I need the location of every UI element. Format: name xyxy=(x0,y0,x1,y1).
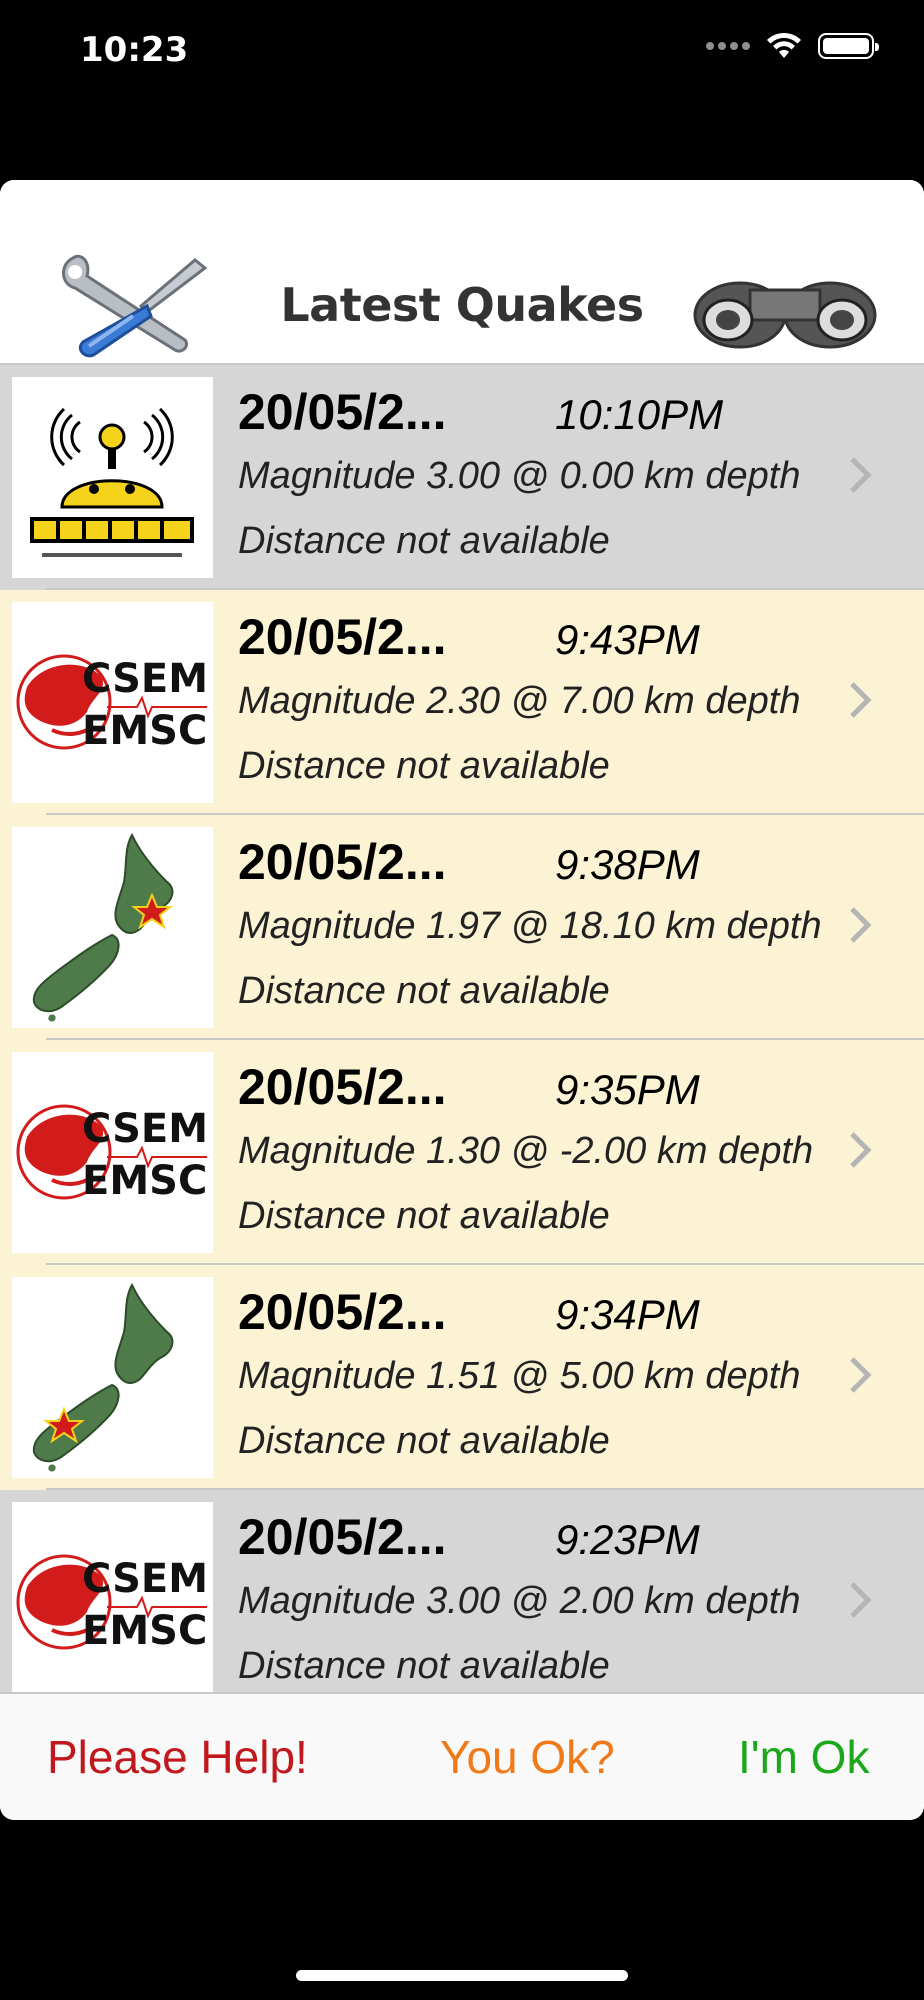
emsc-text: EMSC xyxy=(82,1158,207,1204)
you-ok-button[interactable]: You Ok? xyxy=(440,1730,615,1784)
quake-date: 20/05/2... xyxy=(238,609,447,665)
emsc-text: EMSC xyxy=(82,708,207,754)
quake-row[interactable]: 20/05/2... 10:10PM Magnitude 3.00 @ 0.00… xyxy=(0,365,924,590)
cellular-signal-icon xyxy=(706,42,750,50)
quake-time: 9:43PM xyxy=(555,616,700,663)
quake-time: 10:10PM xyxy=(555,391,724,438)
status-bar: 10:23 xyxy=(0,0,924,100)
im-ok-button[interactable]: I'm Ok xyxy=(738,1730,869,1784)
quake-date: 20/05/2... xyxy=(238,384,447,440)
chevron-right-icon xyxy=(850,1582,872,1618)
quake-magnitude: Magnitude 1.30 @ -2.00 km depth xyxy=(238,1130,814,1172)
quake-distance: Distance not available xyxy=(238,745,610,787)
quake-time: 9:38PM xyxy=(555,841,700,888)
quake-distance: Distance not available xyxy=(238,520,610,562)
chevron-right-icon xyxy=(850,457,872,493)
quake-date: 20/05/2... xyxy=(238,1509,447,1565)
quake-magnitude: Magnitude 3.00 @ 0.00 km depth xyxy=(238,455,801,497)
quake-row[interactable]: CSEM EMSC 20/05/2... 9:43PM Magnitude 2.… xyxy=(0,590,924,815)
quake-distance: Distance not available xyxy=(238,1645,610,1687)
quake-date: 20/05/2... xyxy=(238,1059,447,1115)
quake-magnitude: Magnitude 3.00 @ 2.00 km depth xyxy=(238,1580,801,1622)
quake-time: 9:35PM xyxy=(555,1066,700,1113)
quake-distance: Distance not available xyxy=(238,970,610,1012)
home-indicator[interactable] xyxy=(296,1970,628,1981)
csem-text: CSEM xyxy=(82,1556,208,1602)
quake-time: 9:23PM xyxy=(555,1516,700,1563)
quake-distance: Distance not available xyxy=(238,1195,610,1237)
please-help-button[interactable]: Please Help! xyxy=(47,1730,308,1784)
chevron-right-icon xyxy=(850,1357,872,1393)
footer-actions: Please Help! You Ok? I'm Ok xyxy=(0,1692,924,1820)
quake-row[interactable]: CSEM EMSC 20/05/2... 9:23PM Magnitude 3.… xyxy=(0,1490,924,1715)
quake-row[interactable]: 20/05/2... 9:34PM Magnitude 1.51 @ 5.00 … xyxy=(0,1265,924,1490)
emsc-text: EMSC xyxy=(82,1608,207,1654)
quake-time: 9:34PM xyxy=(555,1291,700,1338)
status-time: 10:23 xyxy=(80,30,189,70)
quake-magnitude: Magnitude 2.30 @ 7.00 km depth xyxy=(238,680,801,722)
wifi-icon xyxy=(767,32,801,58)
chevron-right-icon xyxy=(850,682,872,718)
quake-list: 20/05/2... 10:10PM Magnitude 3.00 @ 0.00… xyxy=(0,365,924,1820)
nz-map-star-south xyxy=(12,1277,213,1478)
quake-date: 20/05/2... xyxy=(238,1284,447,1340)
csem-emsc-logo: CSEM EMSC xyxy=(12,602,213,803)
battery-icon xyxy=(818,33,879,59)
quake-magnitude: Magnitude 1.97 @ 18.10 km depth xyxy=(238,905,822,947)
chevron-right-icon xyxy=(850,1132,872,1168)
csem-text: CSEM xyxy=(82,656,208,702)
jma-robot-logo xyxy=(12,377,213,578)
nz-map-star-north xyxy=(12,827,213,1028)
csem-emsc-logo: CSEM EMSC xyxy=(12,1052,213,1253)
main-card: Latest Quakes 20/05/2... 10:10PM Magnitu… xyxy=(0,180,924,1820)
quake-distance: Distance not available xyxy=(238,1420,610,1462)
quake-date: 20/05/2... xyxy=(238,834,447,890)
header: Latest Quakes xyxy=(0,180,924,365)
binoculars-icon[interactable] xyxy=(690,260,880,360)
csem-emsc-logo: CSEM EMSC xyxy=(12,1502,213,1703)
quake-row[interactable]: CSEM EMSC 20/05/2... 9:35PM Magnitude 1.… xyxy=(0,1040,924,1265)
quake-row[interactable]: 20/05/2... 9:38PM Magnitude 1.97 @ 18.10… xyxy=(0,815,924,1040)
quake-magnitude: Magnitude 1.51 @ 5.00 km depth xyxy=(238,1355,801,1397)
csem-text: CSEM xyxy=(82,1106,208,1152)
chevron-right-icon xyxy=(850,907,872,943)
status-icons xyxy=(706,32,879,60)
